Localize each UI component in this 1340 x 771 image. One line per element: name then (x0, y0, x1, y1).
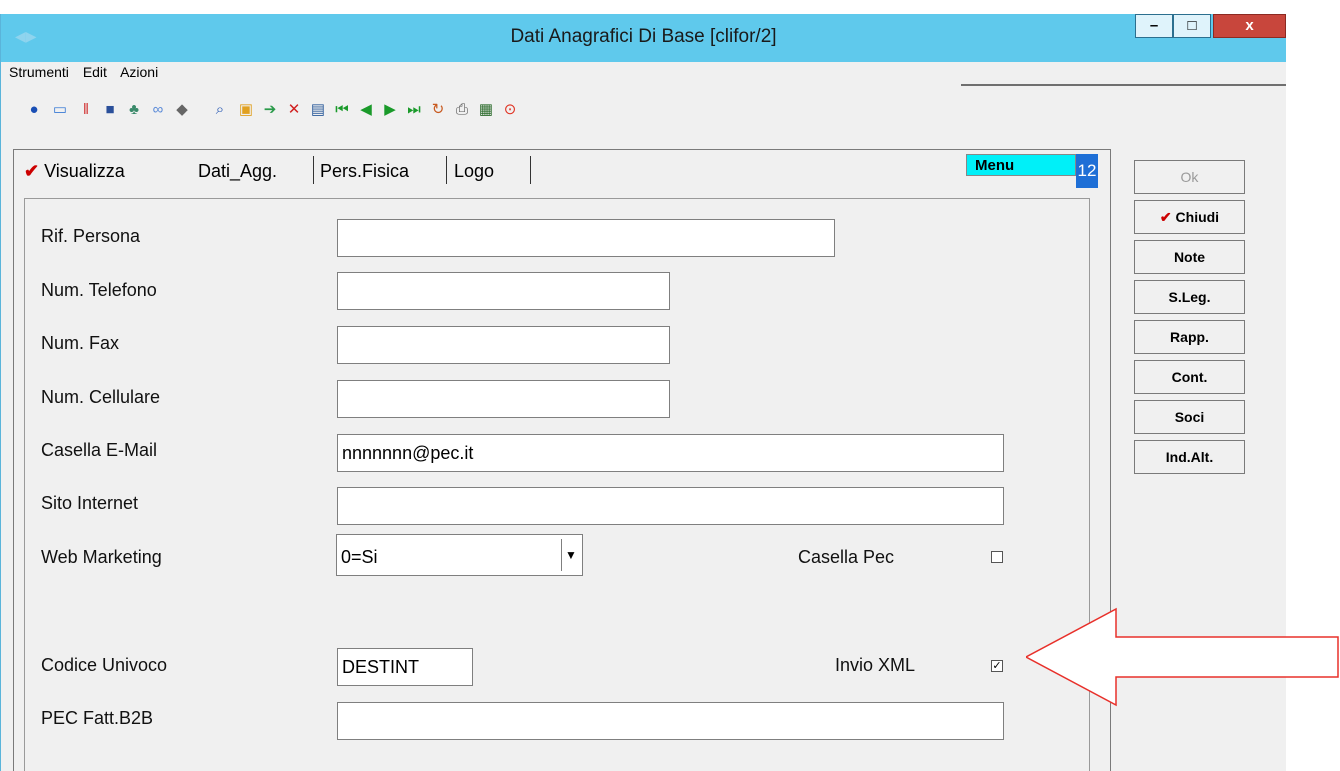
tab-logo-label: Logo (454, 161, 495, 181)
delete-icon[interactable]: ✕ (285, 100, 303, 118)
soci-button[interactable]: Soci (1134, 400, 1245, 434)
check-icon: ✔ (1159, 209, 1172, 225)
diamond-icon[interactable]: ◆ (173, 100, 191, 118)
tab-visualizza[interactable]: ✔ Visualizza (24, 156, 125, 186)
print-icon[interactable]: ⎙ (453, 100, 471, 118)
rif-persona-label: Rif. Persona (41, 226, 141, 246)
tab-pers-fisica[interactable]: Pers.Fisica (320, 156, 409, 186)
users-icon[interactable]: ♣ (125, 100, 143, 118)
save-icon[interactable]: ▦ (477, 100, 495, 118)
num-cellulare-label: Num. Cellulare (41, 387, 161, 407)
window-title: Dati Anagrafici Di Base [clifor/2] (510, 26, 777, 47)
rif-persona-input[interactable] (337, 219, 835, 257)
menu-edit[interactable]: Edit (83, 64, 107, 80)
chiudi-label: Chiudi (1175, 209, 1220, 225)
tab-separator (530, 156, 531, 184)
invio-xml-label: Invio XML (835, 655, 916, 675)
sito-internet-label: Sito Internet (41, 493, 139, 513)
cont-button[interactable]: Cont. (1134, 360, 1245, 394)
codice-univoco-input[interactable] (337, 648, 473, 686)
search-icon[interactable]: ⌕ (211, 100, 229, 118)
s-leg-button[interactable]: S.Leg. (1134, 280, 1245, 314)
help-icon[interactable]: ● (25, 100, 43, 118)
num-telefono-input[interactable] (337, 272, 670, 310)
ind-alt-button[interactable]: Ind.Alt. (1134, 440, 1245, 474)
menu-azioni[interactable]: Azioni (120, 64, 158, 80)
next-icon[interactable]: ▶ (381, 100, 399, 118)
sito-internet-input[interactable] (337, 487, 1004, 525)
tab-bar: ✔ Visualizza Dati_Agg. Pers.Fisica Logo … (14, 150, 1110, 188)
first-icon[interactable]: ⏮ (333, 100, 351, 118)
tab-visualizza-label: Visualizza (44, 161, 125, 181)
num-telefono-label: Num. Telefono (41, 280, 157, 300)
export-icon[interactable]: ➔ (261, 100, 279, 118)
page-number-badge: 12 (1076, 154, 1098, 188)
rapp-button[interactable]: Rapp. (1134, 320, 1245, 354)
web-marketing-label: Web Marketing (41, 547, 162, 567)
tab-dati-agg[interactable]: Dati_Agg. (198, 156, 277, 186)
tab-separator (313, 156, 314, 184)
table-icon[interactable]: ▤ (309, 100, 327, 118)
num-cellulare-input[interactable] (337, 380, 670, 418)
annotation-arrow-icon (1026, 607, 1339, 707)
prev-icon[interactable]: ◀ (357, 100, 375, 118)
folder-icon[interactable]: ▣ (237, 100, 255, 118)
casella-pec-checkbox[interactable] (991, 551, 1003, 563)
chat-icon[interactable]: ▭ (51, 100, 69, 118)
tab-separator (446, 156, 447, 184)
menu-strumenti[interactable]: Strumenti (9, 64, 69, 80)
ok-button[interactable]: Ok (1134, 160, 1245, 194)
chiudi-button[interactable]: ✔ Chiudi (1134, 200, 1245, 234)
web-marketing-select[interactable]: 0=Si ▼ (336, 534, 583, 576)
minimize-button[interactable]: – (1135, 14, 1173, 38)
casella-pec-label: Casella Pec (798, 547, 895, 567)
monitor-icon[interactable]: ■ (101, 100, 119, 118)
stop-icon[interactable]: ⊙ (501, 100, 519, 118)
tab-dati-agg-label: Dati_Agg. (198, 161, 278, 181)
num-fax-label: Num. Fax (41, 333, 120, 353)
invio-xml-checkbox[interactable]: ✓ (991, 660, 1003, 672)
check-icon: ✔ (24, 161, 40, 181)
menu-label[interactable]: Menu (966, 154, 1076, 176)
pec-fatt-b2b-label: PEC Fatt.B2B (41, 708, 154, 728)
link-icon[interactable]: ∞ (149, 100, 167, 118)
menu-divider (961, 84, 1286, 86)
refresh-icon[interactable]: ↻ (429, 100, 447, 118)
title-bar[interactable]: ◀▶ Dati Anagrafici Di Base [clifor/2] – … (1, 14, 1286, 62)
pec-fatt-b2b-input[interactable] (337, 702, 1004, 740)
marker-icon[interactable]: ‖ (77, 100, 95, 118)
tab-logo[interactable]: Logo (454, 156, 494, 186)
num-fax-input[interactable] (337, 326, 670, 364)
chevron-down-icon[interactable]: ▼ (561, 539, 580, 571)
close-window-button[interactable]: x (1213, 14, 1286, 38)
casella-email-input[interactable] (337, 434, 1004, 472)
background-strip (0, 0, 1340, 14)
tab-pers-fisica-label: Pers.Fisica (320, 161, 410, 181)
note-button[interactable]: Note (1134, 240, 1245, 274)
last-icon[interactable]: ⏭ (405, 100, 423, 118)
web-marketing-value: 0=Si (341, 547, 378, 567)
menu-bar: Strumenti Edit Azioni (9, 64, 168, 80)
codice-univoco-label: Codice Univoco (41, 655, 168, 675)
maximize-button[interactable]: □ (1173, 14, 1211, 38)
casella-email-label: Casella E-Mail (41, 440, 158, 460)
